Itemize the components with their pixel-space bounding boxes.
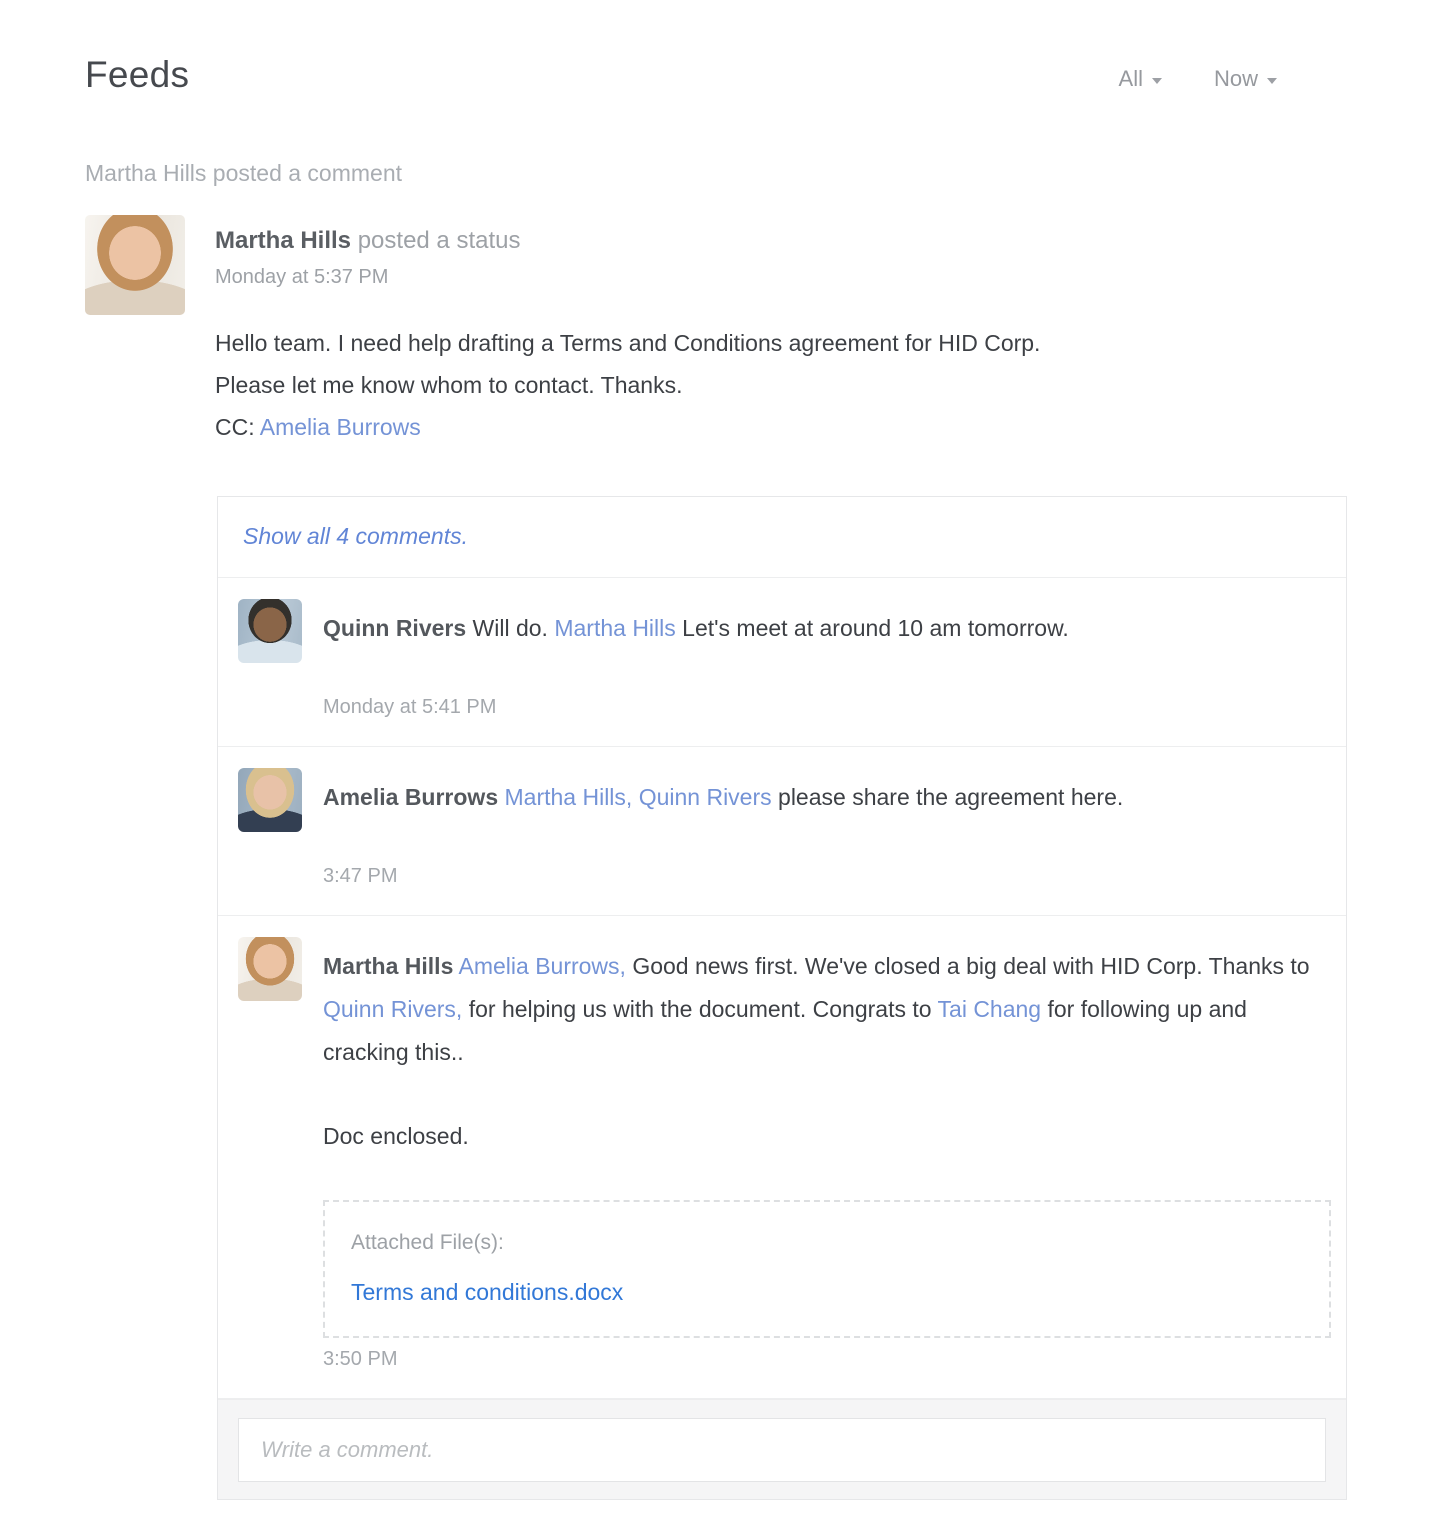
status-message: Hello team. I need help drafting a Terms… [215,322,1040,448]
comment-text-segment: for helping us with the document. Congra… [469,996,932,1022]
comment-timestamp: Monday at 5:41 PM [323,696,1069,719]
chevron-down-icon [1267,78,1277,84]
attachment-box: Attached File(s): Terms and conditions.d… [323,1200,1331,1338]
comment-row: Amelia Burrows Martha Hills, Quinn River… [218,747,1346,916]
cc-label: CC: [215,414,255,440]
comment-content: Amelia Burrows Martha Hills, Quinn River… [323,768,1123,888]
filter-all-label: All [1119,66,1143,91]
comment-author-name: Amelia Burrows [323,784,498,810]
mention-link[interactable]: Martha Hills, Quinn Rivers [505,784,772,810]
comment-content: Quinn Rivers Will do. Martha Hills Let's… [323,599,1069,719]
feed-event-text: Martha Hills posted a comment [85,160,1455,187]
filter-now-label: Now [1214,66,1258,91]
comment-text: Quinn Rivers Will do. Martha Hills Let's… [323,607,1069,650]
comment-timestamp: 3:50 PM [323,1348,1323,1371]
comment-text-segment: Will do. [473,615,548,641]
mention-link[interactable]: Tai Chang [938,996,1042,1022]
status-message-line: Please let me know whom to contact. Than… [215,364,1040,406]
show-all-comments-link[interactable]: Show all 4 comments. [243,523,468,549]
comment-text-segment: Let's meet at around 10 am tomorrow. [682,615,1069,641]
status-post: Martha Hills posted a status Monday at 5… [85,215,1455,448]
feeds-page: Feeds All Now Martha Hills posted a comm… [0,0,1455,1534]
comment-text: Amelia Burrows Martha Hills, Quinn River… [323,776,1123,819]
status-title-line: Martha Hills posted a status [215,227,1040,255]
comment-text-segment: please share the agreement here. [778,784,1123,810]
mention-link[interactable]: Quinn Rivers, [323,996,462,1022]
comment-row: Martha Hills Amelia Burrows, Good news f… [218,916,1346,1399]
status-author-name: Martha Hills [215,227,351,254]
comment-text-segment: Good news first. We've closed a big deal… [632,953,1309,979]
comments-card: Show all 4 comments. Quinn Rivers Will d… [217,496,1347,1500]
filter-all-dropdown[interactable]: All [1119,66,1162,92]
filter-now-dropdown[interactable]: Now [1214,66,1277,92]
avatar[interactable] [238,599,302,663]
show-all-comments-row: Show all 4 comments. [218,497,1346,578]
avatar[interactable] [85,215,185,315]
comment-author-name: Quinn Rivers [323,615,466,641]
status-action-text: posted a status [358,227,521,254]
comment-text: Martha Hills Amelia Burrows, Good news f… [323,945,1323,1074]
comment-composer [218,1399,1346,1499]
status-post-body: Martha Hills posted a status Monday at 5… [215,215,1040,448]
avatar[interactable] [238,768,302,832]
cc-mention-link[interactable]: Amelia Burrows [260,414,421,440]
avatar[interactable] [238,937,302,1001]
status-message-line: Hello team. I need help drafting a Terms… [215,322,1040,364]
chevron-down-icon [1152,78,1162,84]
comment-author-name: Martha Hills [323,953,453,979]
mention-link[interactable]: Amelia Burrows, [459,953,626,979]
comment-text-paragraph: Doc enclosed. [323,1115,1323,1158]
comment-timestamp: 3:47 PM [323,865,1123,888]
feed-filters: All Now [1119,66,1277,92]
comment-row: Quinn Rivers Will do. Martha Hills Let's… [218,578,1346,747]
status-cc-line: CC: Amelia Burrows [215,406,1040,448]
comment-content: Martha Hills Amelia Burrows, Good news f… [323,937,1323,1371]
status-timestamp: Monday at 5:37 PM [215,266,1040,289]
attachment-file-link[interactable]: Terms and conditions.docx [351,1279,623,1306]
attachment-label: Attached File(s): [351,1231,1301,1255]
mention-link[interactable]: Martha Hills [554,615,675,641]
comment-input[interactable] [238,1418,1326,1482]
